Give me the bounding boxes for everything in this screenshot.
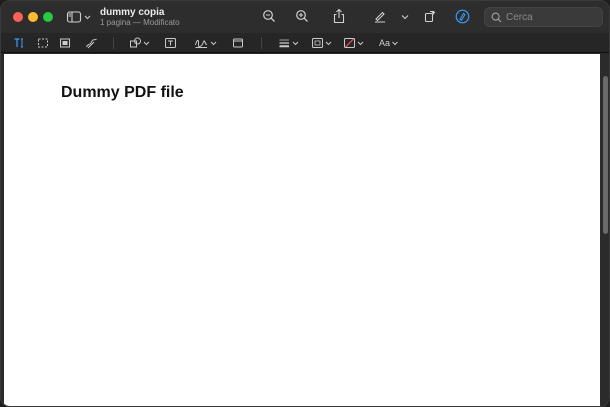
pdf-page[interactable]: Dummy PDF file	[4, 54, 600, 406]
rotate-button[interactable]	[422, 8, 438, 24]
document-title[interactable]: dummy copia	[100, 7, 164, 18]
sketch-icon	[86, 38, 97, 49]
text-style-tool[interactable]: Aa	[379, 36, 400, 50]
rectangular-selection-tool[interactable]	[37, 36, 49, 50]
text-box-icon	[165, 38, 176, 48]
fill-color-icon	[344, 38, 364, 48]
text-box-tool[interactable]	[164, 36, 177, 50]
chevron-down-icon	[392, 41, 398, 46]
shapes-icon	[130, 37, 150, 48]
close-window-button[interactable]	[13, 12, 23, 22]
text-selection-tool[interactable]	[13, 36, 25, 50]
highlight-menu-button[interactable]	[399, 11, 411, 23]
zoom-out-icon	[263, 10, 275, 22]
zoom-in-icon	[296, 10, 308, 22]
sidebar-toggle-button[interactable]	[65, 9, 93, 25]
text-style-label: Aa	[379, 38, 391, 48]
border-color-tool[interactable]	[311, 36, 333, 50]
note-tool[interactable]	[232, 36, 244, 50]
chevron-down-icon	[401, 15, 409, 20]
toolbar-divider	[113, 37, 114, 49]
signature-icon	[195, 39, 217, 48]
vertical-scrollbar-thumb[interactable]	[603, 76, 608, 234]
zoom-window-button[interactable]	[43, 12, 53, 22]
signature-tool[interactable]	[194, 36, 218, 50]
share-icon	[333, 8, 345, 24]
search-field[interactable]	[484, 7, 603, 27]
sketch-tool[interactable]	[85, 36, 98, 50]
shapes-tool[interactable]	[129, 36, 151, 50]
highlighter-icon	[375, 11, 385, 23]
redact-icon	[60, 38, 70, 48]
dashed-rectangle-icon	[38, 38, 48, 48]
highlight-button[interactable]	[372, 8, 388, 24]
rotate-icon	[424, 10, 436, 23]
search-icon	[491, 12, 502, 22]
fill-color-tool[interactable]	[343, 36, 365, 50]
line-weight-icon	[279, 39, 299, 48]
share-button[interactable]	[331, 7, 347, 25]
pdf-heading: Dummy PDF file	[61, 84, 184, 101]
zoom-in-button[interactable]	[294, 8, 310, 24]
minimize-window-button[interactable]	[28, 12, 38, 22]
preview-window: dummy copia 1 pagina — Modificato Cerca …	[0, 0, 610, 407]
text-cursor-icon	[14, 38, 23, 48]
markup-button[interactable]	[454, 8, 470, 24]
redact-tool[interactable]	[59, 36, 71, 50]
markup-pen-circle-icon	[455, 9, 469, 23]
shape-style-tool[interactable]	[278, 36, 300, 50]
zoom-out-button[interactable]	[261, 8, 277, 24]
border-color-icon	[312, 38, 332, 48]
search-input[interactable]	[506, 11, 596, 23]
markup-toolbar: Aa	[1, 33, 609, 53]
titlebar: dummy copia 1 pagina — Modificato	[1, 1, 609, 33]
toolbar-divider	[261, 37, 262, 49]
document-subtitle: 1 pagina — Modificato	[100, 18, 180, 27]
sidebar-icon	[66, 11, 91, 23]
note-icon	[233, 38, 243, 48]
